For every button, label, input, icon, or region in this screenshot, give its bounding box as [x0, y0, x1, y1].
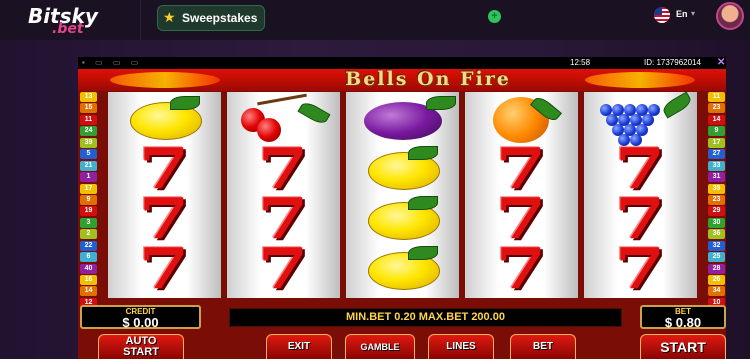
- lemon-symbol: [346, 144, 459, 194]
- left-payline-badge: 6: [80, 252, 97, 263]
- exit-button[interactable]: EXIT: [266, 334, 332, 359]
- left-payline-badge: 1: [80, 172, 97, 183]
- auto-start-button[interactable]: AUTO START: [98, 334, 184, 359]
- game-clock: 12:58: [570, 58, 591, 67]
- sweepstakes-button[interactable]: ★ Sweepstakes: [157, 5, 265, 31]
- status-bar-icons: ▪ ▭ ▭ ▭: [82, 58, 143, 67]
- left-payline-badge: 15: [80, 103, 97, 114]
- lemon-symbol: [346, 244, 459, 294]
- seven-symbol: 7: [614, 236, 666, 302]
- gamble-button[interactable]: GAMBLE: [345, 334, 415, 359]
- left-payline-badge: 16: [80, 275, 97, 285]
- right-payline-badge: 29: [708, 206, 725, 217]
- left-payline-badge: 9: [80, 194, 97, 205]
- right-payline-badge: 14: [708, 114, 725, 125]
- plum-symbol: [346, 94, 459, 144]
- top-navigation-bar: [0, 0, 750, 40]
- left-payline-badge: 2: [80, 229, 97, 240]
- site-logo-sub: .bet: [52, 21, 84, 37]
- seven-symbol: 7: [495, 236, 547, 302]
- left-payline-badge: 5: [80, 149, 97, 160]
- left-payline-badge: 13: [80, 92, 97, 102]
- reel-4: 777: [465, 92, 578, 298]
- right-payline-badge: 36: [708, 229, 725, 240]
- seven-symbol: 7: [138, 236, 190, 302]
- right-payline-badge: 30: [708, 217, 725, 228]
- game-title: Bells On Fire: [345, 68, 511, 90]
- left-payline-badge: 39: [80, 137, 97, 148]
- close-icon[interactable]: ✕: [717, 57, 725, 68]
- left-payline-badge: 21: [80, 160, 97, 171]
- right-payline-badge: 27: [708, 149, 725, 160]
- auto-start-label-line2: START: [123, 346, 159, 358]
- game-id: ID: 1737962014: [644, 58, 701, 67]
- left-payline-badge: 22: [80, 240, 97, 251]
- left-payline-badge: 24: [80, 126, 97, 137]
- right-payline-badge: 26: [708, 275, 725, 285]
- right-payline-badge: 32: [708, 240, 725, 251]
- plus-icon[interactable]: +: [488, 10, 501, 23]
- topbar-divider: [140, 0, 141, 40]
- right-payline-column: 11 23 14 9 17 27 33 31 35 23 29 30 36 32 25 28 26 34 10: [708, 92, 726, 309]
- right-payline-badge: 33: [708, 160, 725, 171]
- left-payline-badge: 11: [80, 114, 97, 125]
- right-payline-badge: 11: [708, 92, 725, 102]
- bet-button[interactable]: BET: [510, 334, 576, 359]
- left-payline-badge: 17: [80, 183, 97, 194]
- right-payline-badge: 34: [708, 286, 725, 297]
- reel-5: 777: [584, 91, 697, 302]
- left-payline-badge: 19: [80, 206, 97, 217]
- bet-limits-message: MIN.BET 0.20 MAX.BET 200.00: [229, 308, 622, 327]
- sweepstakes-label: Sweepstakes: [182, 11, 258, 25]
- right-payline-badge: 23: [708, 194, 725, 205]
- right-payline-badge: 28: [708, 263, 725, 274]
- language-selector[interactable]: En: [676, 9, 688, 19]
- left-payline-badge: 14: [80, 286, 97, 297]
- avatar[interactable]: [716, 2, 744, 30]
- reel-2: 777: [227, 92, 340, 298]
- left-payline-badge: 3: [80, 217, 97, 228]
- right-payline-badge: 25: [708, 252, 725, 263]
- right-payline-badge: 17: [708, 137, 725, 148]
- lines-button[interactable]: LINES: [428, 334, 494, 359]
- right-payline-badge: 9: [708, 126, 725, 137]
- us-flag-icon[interactable]: [654, 7, 670, 23]
- chevron-down-icon[interactable]: ▾: [691, 9, 695, 18]
- lemon-symbol: [346, 194, 459, 244]
- credit-panel: CREDIT $ 0.00: [80, 305, 201, 330]
- right-payline-badge: 31: [708, 172, 725, 183]
- start-button[interactable]: START: [640, 334, 726, 359]
- reel-1: 777: [108, 92, 221, 298]
- left-payline-column: 13 15 11 24 39 5 21 1 17 9 19 3 2 22 6 40 16 14 12: [80, 92, 98, 309]
- right-payline-badge: 23: [708, 103, 725, 114]
- bet-value: $ 0.80: [664, 315, 702, 330]
- credit-value: $ 0.00: [122, 315, 159, 330]
- right-payline-badge: 35: [708, 183, 725, 194]
- reel-3: [346, 92, 459, 298]
- bet-panel: BET $ 0.80: [640, 305, 726, 330]
- star-icon: ★: [163, 9, 176, 25]
- left-payline-badge: 40: [80, 263, 97, 274]
- seven-symbol: 7: [257, 236, 309, 302]
